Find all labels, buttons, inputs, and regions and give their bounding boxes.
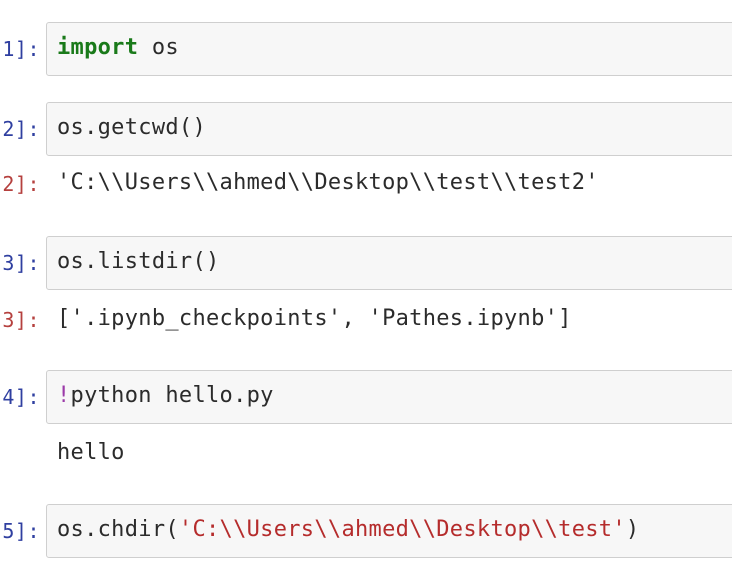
code-2[interactable]: os.getcwd(): [57, 115, 206, 140]
out-prompt-3: 3]:: [2, 308, 40, 332]
output-3: ['.ipynb_checkpoints', 'Pathes.ipynb']: [57, 306, 572, 331]
code-5-string: 'C:\\Users\\ahmed\\Desktop\\test': [178, 517, 626, 542]
code-1-rest: os: [138, 35, 179, 60]
code-cell-2[interactable]: os.getcwd(): [46, 102, 732, 156]
in-prompt-4: 4]:: [2, 385, 40, 409]
in-prompt-3: 3]:: [2, 251, 40, 275]
shell-bang: !: [57, 383, 71, 408]
code-5-pre: os.chdir(: [57, 517, 179, 542]
notebook: 1]: import os 2]: os.getcwd() 2]: 'C:\\U…: [0, 0, 732, 564]
in-prompt-5: 5]:: [2, 519, 40, 543]
code-4[interactable]: !python hello.py: [57, 383, 274, 408]
code-4-rest: python hello.py: [70, 383, 274, 408]
import-keyword: import: [57, 35, 139, 60]
code-cell-1[interactable]: import os: [46, 22, 732, 76]
out-prompt-2: 2]:: [2, 172, 40, 196]
code-cell-3[interactable]: os.listdir(): [46, 236, 732, 290]
code-3[interactable]: os.listdir(): [57, 249, 220, 274]
in-prompt-2: 2]:: [2, 117, 40, 141]
code-5-post: ): [625, 517, 640, 542]
output-4: hello: [57, 440, 125, 465]
output-2: 'C:\\Users\\ahmed\\Desktop\\test\\test2': [57, 170, 599, 195]
in-prompt-1: 1]:: [2, 37, 40, 61]
code-cell-5[interactable]: os.chdir('C:\\Users\\ahmed\\Desktop\\tes…: [46, 504, 732, 558]
code-5[interactable]: os.chdir('C:\\Users\\ahmed\\Desktop\\tes…: [57, 517, 639, 542]
code-1[interactable]: import os: [57, 35, 179, 60]
code-cell-4[interactable]: !python hello.py: [46, 370, 732, 424]
